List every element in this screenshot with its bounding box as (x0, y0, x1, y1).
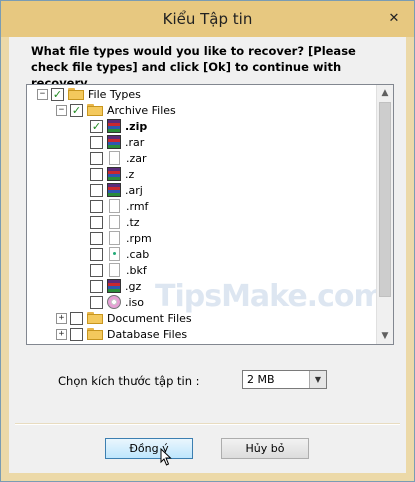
checkbox[interactable] (90, 199, 103, 213)
checkbox[interactable] (90, 135, 103, 149)
checkbox[interactable] (90, 247, 103, 261)
title-bar[interactable]: Kiểu Tập tin ✕ (1, 1, 414, 37)
checkbox[interactable] (90, 231, 103, 245)
checkbox[interactable] (90, 119, 103, 133)
file-types-tree[interactable]: − File Types − Archive Files .zip .rar .zar .z.… (26, 84, 394, 345)
file-types-dialog: Kiểu Tập tin ✕ What file types would you… (0, 0, 415, 482)
checkbox[interactable] (90, 279, 103, 293)
close-button[interactable]: ✕ (382, 9, 406, 27)
collapse-toggle-icon[interactable]: − (37, 88, 48, 100)
tree-item-label: .zar (126, 151, 147, 165)
chevron-down-icon: ▼ (314, 375, 322, 384)
tree-item-archive-ext[interactable]: .arj (90, 182, 143, 198)
file-size-value: 2 MB (247, 373, 275, 386)
tree-item-archive-ext[interactable]: .bkf (90, 262, 147, 278)
disc-icon (107, 295, 121, 309)
archive-books-icon (107, 167, 121, 181)
archive-books-icon (107, 279, 121, 293)
tree-item-file-types[interactable]: − File Types (37, 86, 141, 102)
tree-item-label: .cab (126, 247, 150, 261)
tree-item-archive-ext[interactable]: .iso (90, 294, 144, 310)
checkbox[interactable] (90, 295, 103, 309)
tree-item-label: .rmf (126, 199, 149, 213)
dialog-body: What file types would you like to recove… (9, 37, 406, 473)
archive-books-icon (107, 119, 121, 133)
expand-toggle-icon[interactable]: + (56, 312, 67, 324)
collapse-toggle-icon[interactable]: − (56, 104, 67, 116)
tree-item-archive-ext[interactable]: .rar (90, 134, 144, 150)
tree-item-label: Archive Files (107, 103, 176, 117)
tree-item-category[interactable]: + Email Files (56, 342, 165, 346)
checkbox[interactable] (90, 167, 103, 181)
tree-item-label: .rpm (126, 231, 152, 245)
scroll-down-button[interactable]: ▼ (377, 328, 393, 344)
file-icon (109, 231, 120, 245)
folder-icon (87, 344, 103, 345)
folder-icon (87, 328, 103, 340)
checkbox[interactable] (70, 343, 83, 344)
tree-item-label: .gz (125, 279, 142, 293)
tree-item-label: .zip (125, 119, 148, 133)
file-icon (109, 263, 120, 277)
file-icon (109, 247, 120, 261)
tree-item-label: Database Files (107, 327, 188, 341)
expand-toggle-icon[interactable]: + (56, 345, 67, 346)
tree-item-label: .z (125, 167, 135, 181)
tree-item-label: .rar (125, 135, 145, 149)
file-size-label: Chọn kích thước tập tin : (58, 374, 200, 388)
tree-item-label: File Types (88, 87, 141, 101)
cancel-button-label: Hủy bỏ (245, 442, 285, 455)
divider (15, 423, 400, 425)
chevron-down-icon: ▼ (381, 331, 389, 341)
file-icon (109, 151, 120, 165)
tree-item-archive-ext[interactable]: .gz (90, 278, 141, 294)
close-icon: ✕ (388, 10, 400, 26)
tree-item-archive-ext[interactable]: .rpm (90, 230, 152, 246)
chevron-up-icon: ▲ (381, 88, 389, 98)
cancel-button[interactable]: Hủy bỏ (221, 438, 309, 459)
expand-toggle-icon[interactable]: + (56, 328, 67, 340)
checkbox[interactable] (90, 183, 103, 197)
archive-books-icon (107, 183, 121, 197)
folder-icon (87, 312, 103, 324)
checkbox[interactable] (70, 103, 83, 117)
checkbox[interactable] (90, 263, 103, 277)
tree-item-archive-ext[interactable]: .z (90, 166, 134, 182)
file-icon (109, 215, 120, 229)
file-size-select[interactable]: 2 MB ▼ (242, 370, 327, 389)
checkbox[interactable] (90, 151, 103, 165)
tree-item-label: .bkf (126, 263, 147, 277)
file-icon (109, 199, 120, 213)
tree-item-archive-ext[interactable]: .zip (90, 118, 147, 134)
tree-item-archive-ext[interactable]: .cab (90, 246, 149, 262)
tree-item-label: Email Files (107, 344, 165, 345)
tree-item-label: .arj (125, 183, 143, 197)
dropdown-arrow[interactable]: ▼ (309, 371, 326, 388)
tree-item-label: Document Files (107, 311, 192, 325)
folder-icon (87, 104, 103, 116)
tree-item-archive-files[interactable]: − Archive Files (56, 102, 176, 118)
tree-item-label: .iso (125, 295, 145, 309)
ok-button[interactable]: Đồng ý (105, 438, 193, 459)
folder-icon (68, 88, 84, 100)
tree-item-archive-ext[interactable]: .rmf (90, 198, 148, 214)
tree-item-label: .tz (126, 215, 140, 229)
window-title: Kiểu Tập tin (162, 10, 253, 28)
checkbox[interactable] (70, 311, 83, 325)
watermark-text: TipsMake.com (155, 279, 385, 314)
scrollbar-thumb[interactable] (379, 102, 391, 297)
vertical-scrollbar[interactable]: ▲ ▼ (376, 85, 393, 344)
tree-item-category[interactable]: + Document Files (56, 310, 192, 326)
tree-item-category[interactable]: + Database Files (56, 326, 187, 342)
archive-books-icon (107, 135, 121, 149)
checkbox[interactable] (51, 87, 64, 101)
checkbox[interactable] (70, 327, 83, 341)
mouse-cursor-icon (160, 448, 172, 466)
tree-item-archive-ext[interactable]: .zar (90, 150, 147, 166)
checkbox[interactable] (90, 215, 103, 229)
scroll-up-button[interactable]: ▲ (377, 85, 393, 101)
tree-item-archive-ext[interactable]: .tz (90, 214, 140, 230)
